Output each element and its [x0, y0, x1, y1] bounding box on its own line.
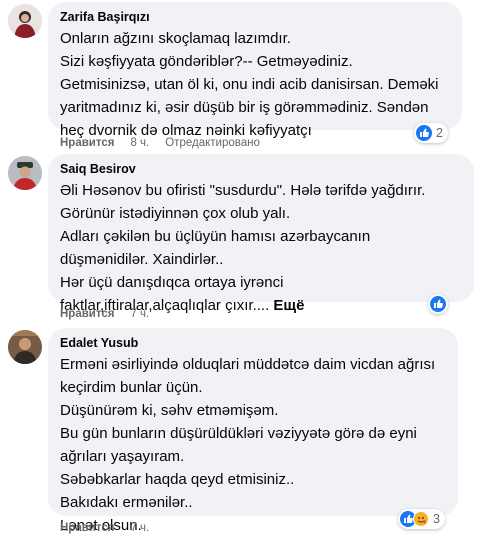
comment-text: Onların ağzını skoçlamaq lazımdır. Sizi …: [60, 30, 439, 139]
avatar[interactable]: [8, 330, 42, 364]
comment-author[interactable]: Saiq Besirov: [60, 161, 462, 177]
comment-bubble: Edalet Yusub Erməni əsirliyində olduqlar…: [48, 328, 458, 534]
comment-bubble: Zarifa Başirqızı Onların ağzını skoçlama…: [48, 2, 462, 139]
comment-timestamp[interactable]: 7 ч.: [130, 522, 149, 534]
reaction-count: 3: [433, 512, 440, 526]
comment-actions: Нравится 7 ч.: [60, 522, 149, 534]
reaction-summary[interactable]: 2: [414, 123, 448, 143]
comment-text: Erməni əsirliyində olduqlari müddətcə da…: [60, 356, 436, 534]
avatar[interactable]: [8, 156, 42, 190]
comment-text-body: Əli Həsənov bu ofiristi "susdurdu". Hələ…: [60, 182, 426, 314]
like-button[interactable]: Нравится: [60, 522, 114, 534]
care-emoji-icon: [413, 511, 429, 527]
like-button[interactable]: Нравится: [60, 137, 114, 149]
reaction-summary[interactable]: 3: [398, 509, 445, 529]
comment-text: Əli Həsənov bu ofiristi "susdurdu". Hələ…: [60, 179, 462, 317]
comment-author[interactable]: Edalet Yusub: [60, 335, 446, 351]
reaction-count: 2: [436, 126, 443, 140]
comment-actions: Нравится 7 ч.: [60, 308, 149, 320]
thumbs-up-icon: [416, 125, 432, 141]
comment-author[interactable]: Zarifa Başirqızı: [60, 9, 450, 25]
comment-actions: Нравится 8 ч. Отредактировано: [60, 137, 260, 149]
like-button[interactable]: Нравится: [60, 308, 114, 320]
edited-label[interactable]: Отредактировано: [165, 137, 260, 149]
see-more-link[interactable]: Ещё: [273, 297, 304, 314]
thumbs-up-icon: [430, 296, 446, 312]
comment-bubble: Saiq Besirov Əli Həsənov bu ofiristi "su…: [48, 154, 474, 314]
avatar[interactable]: [8, 4, 42, 38]
reaction-summary[interactable]: [428, 294, 448, 314]
comment-timestamp[interactable]: 7 ч.: [130, 308, 149, 320]
comment-timestamp[interactable]: 8 ч.: [130, 137, 149, 149]
